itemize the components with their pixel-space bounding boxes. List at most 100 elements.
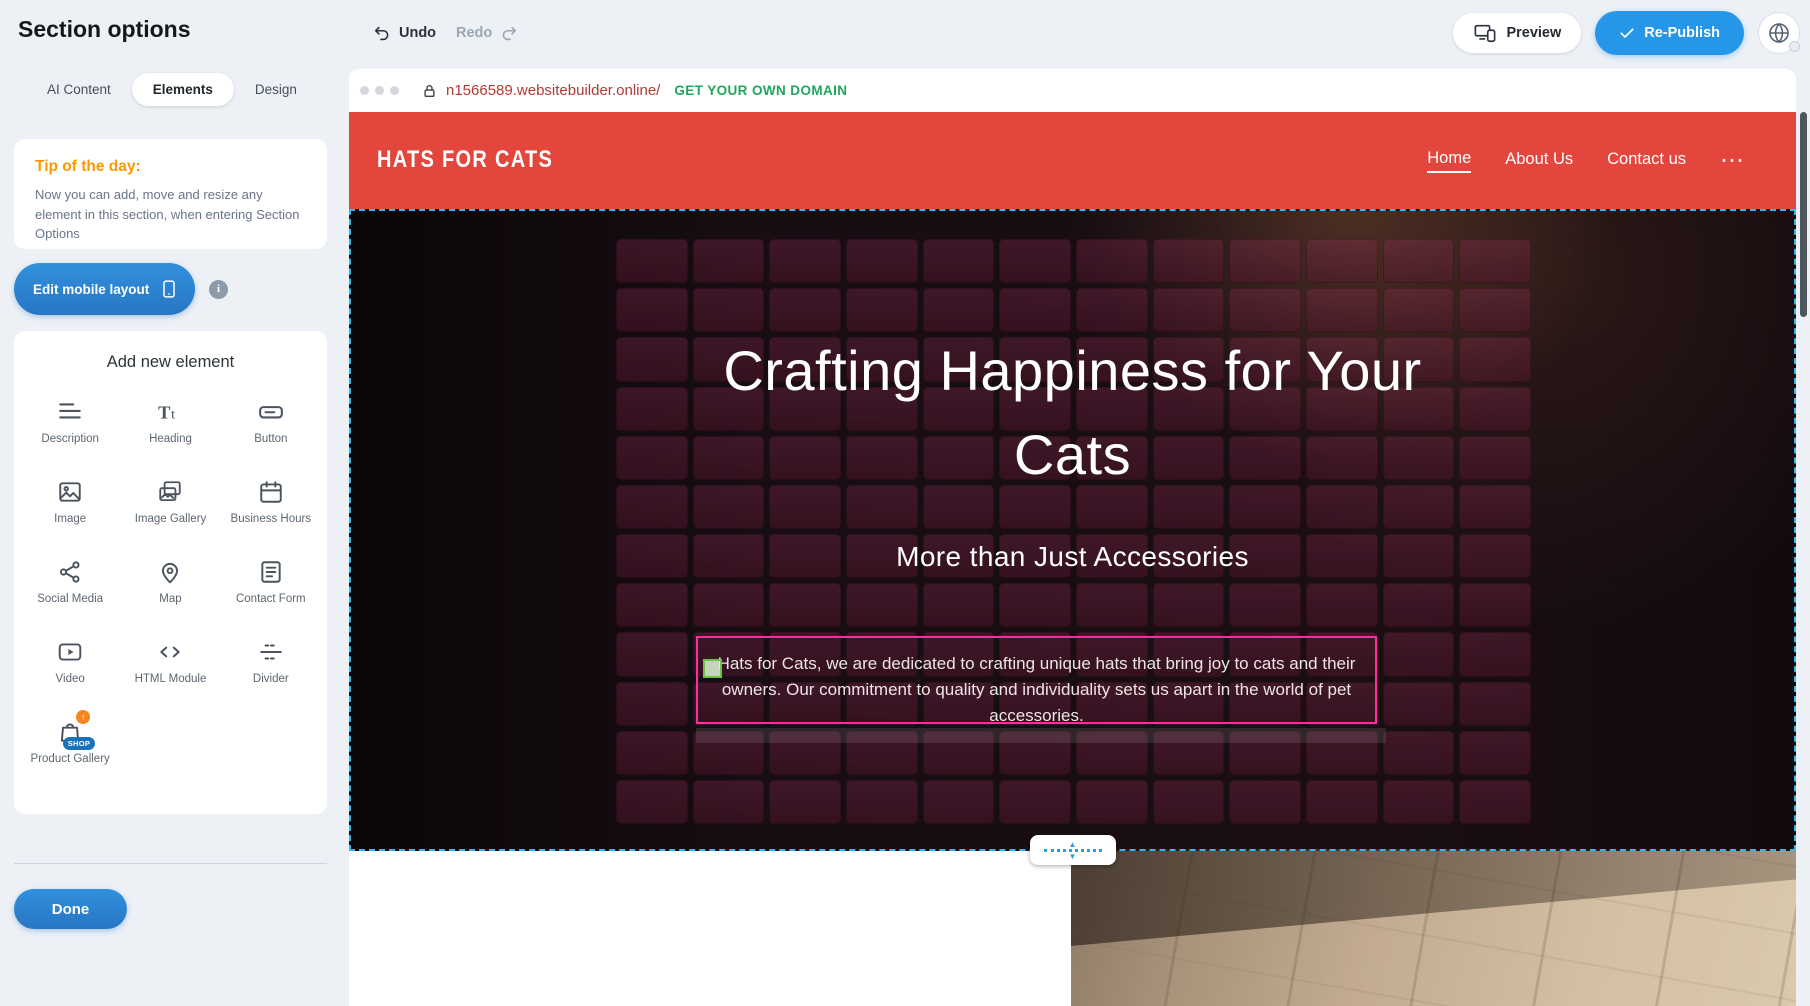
preview-label: Preview [1506, 25, 1561, 41]
preview-devices-icon [1473, 22, 1497, 44]
element-grid: Description T t Heading Button [14, 372, 327, 788]
element-label: Social Media [37, 592, 103, 607]
section-resize-handle[interactable]: ▲ ▼ [1030, 835, 1116, 865]
republish-label: Re-Publish [1644, 25, 1720, 41]
more-options-icon[interactable]: ⋯ [1720, 156, 1744, 166]
tab-ai-content[interactable]: AI Content [26, 73, 132, 106]
preview-button[interactable]: Preview [1453, 13, 1581, 53]
republish-button[interactable]: Re-Publish [1595, 11, 1744, 55]
element-map[interactable]: Map [120, 548, 220, 628]
window-dot [360, 86, 369, 95]
resize-up-icon: ▲ [1069, 841, 1077, 848]
element-contact-form[interactable]: Contact Form [221, 548, 321, 628]
language-badge [1789, 41, 1800, 52]
divider-icon [258, 638, 284, 666]
tab-elements[interactable]: Elements [132, 73, 234, 106]
element-button[interactable]: Button [221, 388, 321, 468]
element-html-module[interactable]: HTML Module [120, 628, 220, 708]
element-label: Divider [253, 672, 289, 687]
window-dot [375, 86, 384, 95]
add-element-title: Add new element [14, 353, 327, 372]
element-label: Video [56, 672, 85, 687]
element-video[interactable]: Video [20, 628, 120, 708]
element-label: Product Gallery [31, 752, 110, 767]
next-section[interactable] [349, 851, 1796, 1006]
sidebar-tabs: AI Content Elements Design [26, 73, 318, 106]
page-scrollbar[interactable] [1800, 112, 1807, 317]
page-title: Section options [18, 16, 191, 43]
element-image-gallery[interactable]: Image Gallery [120, 468, 220, 548]
element-divider[interactable]: Divider [221, 628, 321, 708]
info-icon[interactable]: i [209, 280, 228, 299]
social-media-icon [57, 558, 83, 586]
hero-paragraph-text: Hats for Cats, we are dedicated to craft… [718, 654, 1356, 725]
undo-label: Undo [399, 25, 436, 41]
topbar-actions: Preview Re-Publish [1453, 0, 1800, 66]
svg-text:t: t [172, 407, 176, 423]
done-button[interactable]: Done [14, 889, 127, 929]
nav-home[interactable]: Home [1427, 149, 1471, 173]
undo-button[interactable]: Undo [373, 0, 436, 66]
sidebar: AI Content Elements Design Tip of the da… [0, 66, 349, 1006]
resize-down-icon: ▼ [1069, 853, 1077, 860]
topbar: Section options Undo Redo Previe [0, 0, 1810, 66]
description-icon [57, 398, 83, 426]
hero-subheading[interactable]: More than Just Accessories [351, 541, 1794, 573]
tip-body: Now you can add, move and resize any ele… [35, 185, 306, 244]
check-icon [1619, 25, 1635, 41]
element-label: Image [54, 512, 86, 527]
image-gallery-icon [157, 478, 183, 506]
contact-form-icon [258, 558, 284, 586]
site-preview: n1566589.websitebuilder.online/ GET YOUR… [349, 69, 1796, 1006]
element-image[interactable]: Image [20, 468, 120, 548]
element-hover-strip [696, 728, 1386, 743]
map-icon [157, 558, 183, 586]
business-hours-icon [258, 478, 284, 506]
site-logo[interactable]: HATS FOR CATS [377, 147, 553, 174]
tab-design[interactable]: Design [234, 73, 318, 106]
hero-heading-text: Crafting Happiness for Your Cats [703, 329, 1443, 497]
language-button[interactable] [1758, 12, 1800, 54]
site-url: n1566589.websitebuilder.online/ [446, 82, 660, 99]
upgrade-badge-icon: ↑ [76, 710, 90, 724]
site-header: HATS FOR CATS Home About Us Contact us ⋯ [349, 112, 1796, 209]
edit-mobile-layout-button[interactable]: Edit mobile layout [14, 263, 195, 315]
tip-of-the-day-card: Tip of the day: Now you can add, move an… [14, 139, 327, 249]
element-description[interactable]: Description [20, 388, 120, 468]
element-business-hours[interactable]: Business Hours [221, 468, 321, 548]
globe-icon [1767, 21, 1791, 45]
redo-button[interactable]: Redo [456, 0, 518, 66]
element-label: Business Hours [231, 512, 312, 527]
html-module-icon [157, 638, 183, 666]
element-label: Contact Form [236, 592, 306, 607]
element-drag-handle[interactable] [703, 659, 722, 678]
button-icon [258, 398, 284, 426]
shop-badge: SHOP [63, 737, 95, 750]
heading-icon: T t [157, 398, 183, 426]
nav-about-us[interactable]: About Us [1505, 150, 1573, 172]
element-label: Description [41, 432, 99, 447]
pavement-photo-image [1071, 851, 1796, 1006]
hero-heading[interactable]: Crafting Happiness for Your Cats [351, 329, 1794, 497]
redo-icon [499, 24, 518, 43]
svg-text:T: T [159, 403, 171, 423]
mobile-phone-icon [159, 278, 179, 300]
tip-title: Tip of the day: [35, 158, 306, 176]
element-heading[interactable]: T t Heading [120, 388, 220, 468]
hero-section[interactable]: Crafting Happiness for Your Cats More th… [349, 209, 1796, 851]
element-label: HTML Module [135, 672, 207, 687]
element-label: Button [254, 432, 287, 447]
nav-contact-us[interactable]: Contact us [1607, 150, 1686, 172]
hero-paragraph-selected[interactable]: Hats for Cats, we are dedicated to craft… [696, 636, 1377, 724]
redo-label: Redo [456, 25, 492, 41]
element-product-gallery[interactable]: ↑ SHOP Product Gallery [20, 708, 120, 788]
sidebar-divider [14, 863, 327, 864]
window-controls [360, 86, 399, 95]
element-label: Image Gallery [135, 512, 207, 527]
element-label: Heading [149, 432, 192, 447]
element-social-media[interactable]: Social Media [20, 548, 120, 628]
site-nav: Home About Us Contact us ⋯ [1427, 149, 1744, 173]
video-icon [57, 638, 83, 666]
element-label: Map [159, 592, 181, 607]
get-domain-link[interactable]: GET YOUR OWN DOMAIN [674, 83, 847, 98]
